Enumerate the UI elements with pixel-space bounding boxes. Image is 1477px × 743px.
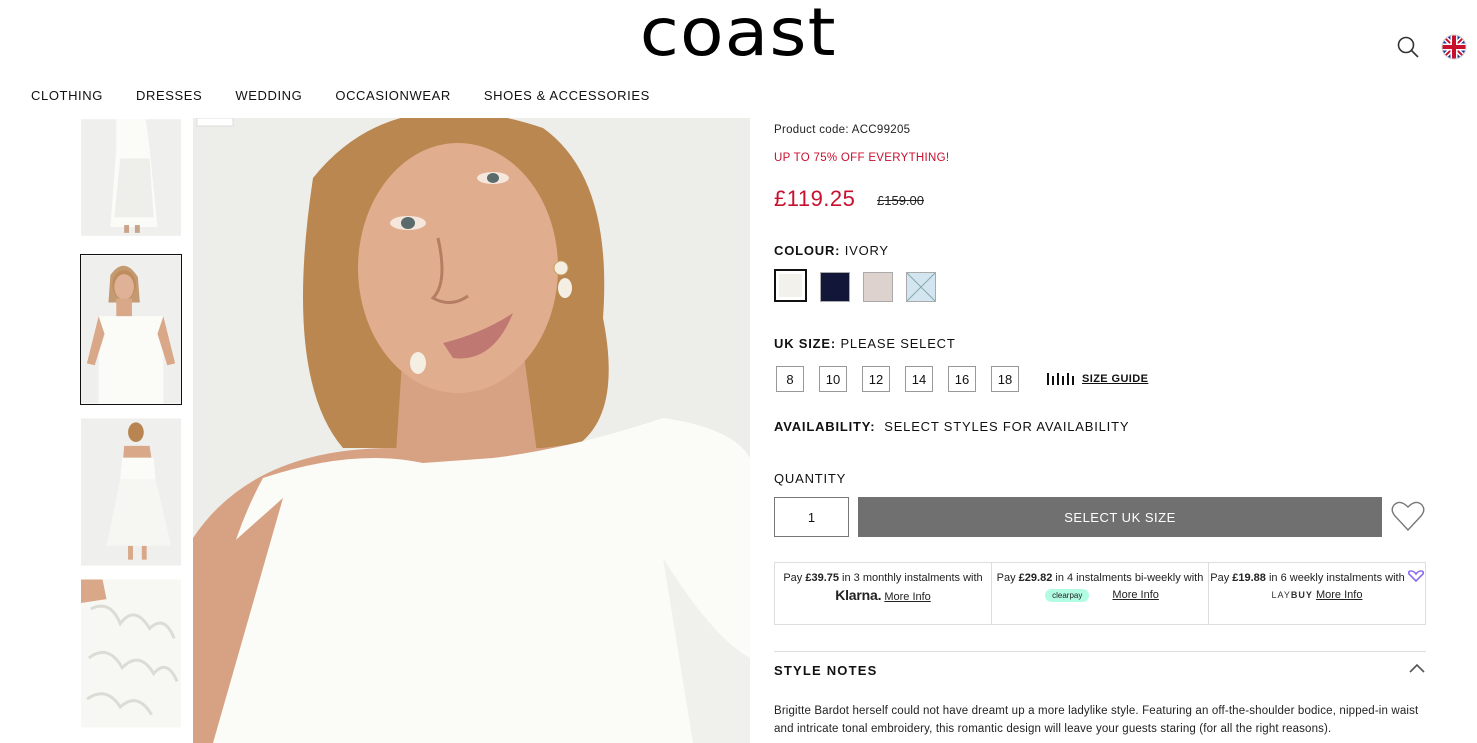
thumbnail-2[interactable] bbox=[80, 254, 182, 405]
laybuy-heart-icon bbox=[1407, 570, 1424, 583]
swatch-ivory[interactable] bbox=[774, 269, 807, 302]
site-logo[interactable]: coast bbox=[0, 0, 1477, 71]
thumbnail-1[interactable] bbox=[80, 118, 182, 237]
colour-value: IVORY bbox=[844, 243, 889, 258]
nav-clothing[interactable]: CLOTHING bbox=[31, 88, 103, 103]
style-notes-text: Brigitte Bardot herself could not have d… bbox=[774, 705, 1419, 735]
laybuy-option: Pay £19.88 in 6 weekly instalments with … bbox=[1209, 563, 1425, 624]
swatch-pale-blue[interactable] bbox=[906, 272, 936, 302]
swatch-navy[interactable] bbox=[820, 272, 850, 302]
divider bbox=[774, 651, 1426, 652]
size-12[interactable]: 12 bbox=[862, 366, 890, 392]
colour-swatches bbox=[774, 269, 936, 302]
quantity-input[interactable]: 1 bbox=[774, 497, 849, 537]
nav-shoes-accessories[interactable]: SHOES & ACCESSORIES bbox=[484, 88, 650, 103]
chevron-up-icon[interactable] bbox=[1408, 661, 1426, 675]
main-nav: CLOTHING DRESSES WEDDING OCCASIONWEAR SH… bbox=[31, 88, 683, 103]
swatch-blush[interactable] bbox=[863, 272, 893, 302]
colour-label: COLOUR: IVORY bbox=[774, 243, 889, 258]
nav-wedding[interactable]: WEDDING bbox=[235, 88, 302, 103]
product-code: Product code: ACC99205 bbox=[774, 124, 911, 136]
size-18[interactable]: 18 bbox=[991, 366, 1019, 392]
quantity-label: QUANTITY bbox=[774, 471, 847, 486]
thumbnail-4[interactable] bbox=[80, 578, 182, 729]
heart-icon[interactable] bbox=[1390, 498, 1426, 534]
klarna-option: Pay £39.75 in 3 monthly instalments with… bbox=[775, 563, 992, 624]
size-8[interactable]: 8 bbox=[776, 366, 804, 392]
ruler-icon bbox=[1047, 373, 1074, 385]
size-options: 8 10 12 14 16 18 SIZE GUIDE bbox=[776, 366, 1148, 392]
klarna-logo: Klarna. bbox=[835, 587, 882, 603]
availability-label: AVAILABILITY: SELECT STYLES FOR AVAILABI… bbox=[774, 419, 1130, 434]
nav-occasionwear[interactable]: OCCASIONWEAR bbox=[335, 88, 451, 103]
size-10[interactable]: 10 bbox=[819, 366, 847, 392]
main-product-image[interactable] bbox=[193, 118, 750, 743]
size-16[interactable]: 16 bbox=[948, 366, 976, 392]
payment-options: Pay £39.75 in 3 monthly instalments with… bbox=[774, 562, 1426, 625]
original-price: £159.00 bbox=[877, 193, 924, 208]
thumbnail-3[interactable] bbox=[80, 417, 182, 567]
search-icon[interactable] bbox=[1395, 34, 1421, 60]
size-guide-link[interactable]: SIZE GUIDE bbox=[1046, 372, 1148, 386]
size-label: UK SIZE: PLEASE SELECT bbox=[774, 336, 956, 351]
klarna-more-info[interactable]: More Info bbox=[884, 591, 930, 603]
size-14[interactable]: 14 bbox=[905, 366, 933, 392]
select-size-button[interactable]: SELECT UK SIZE bbox=[858, 497, 1382, 537]
laybuy-more-info[interactable]: More Info bbox=[1316, 589, 1362, 601]
nav-dresses[interactable]: DRESSES bbox=[136, 88, 202, 103]
laybuy-logo: LAYBUY bbox=[1271, 590, 1313, 600]
clearpay-logo: clearpay bbox=[1045, 589, 1090, 602]
availability-value: SELECT STYLES FOR AVAILABILITY bbox=[884, 419, 1130, 434]
promo-banner: UP TO 75% OFF EVERYTHING! bbox=[774, 152, 950, 164]
style-notes-header[interactable]: STYLE NOTES bbox=[774, 663, 878, 678]
uk-flag-icon[interactable] bbox=[1441, 34, 1467, 60]
sale-price: £119.25 bbox=[774, 186, 856, 211]
size-value: PLEASE SELECT bbox=[840, 336, 956, 351]
clearpay-more-info[interactable]: More Info bbox=[1112, 589, 1158, 601]
clearpay-option: Pay £29.82 in 4 instalments bi-weekly wi… bbox=[992, 563, 1209, 624]
